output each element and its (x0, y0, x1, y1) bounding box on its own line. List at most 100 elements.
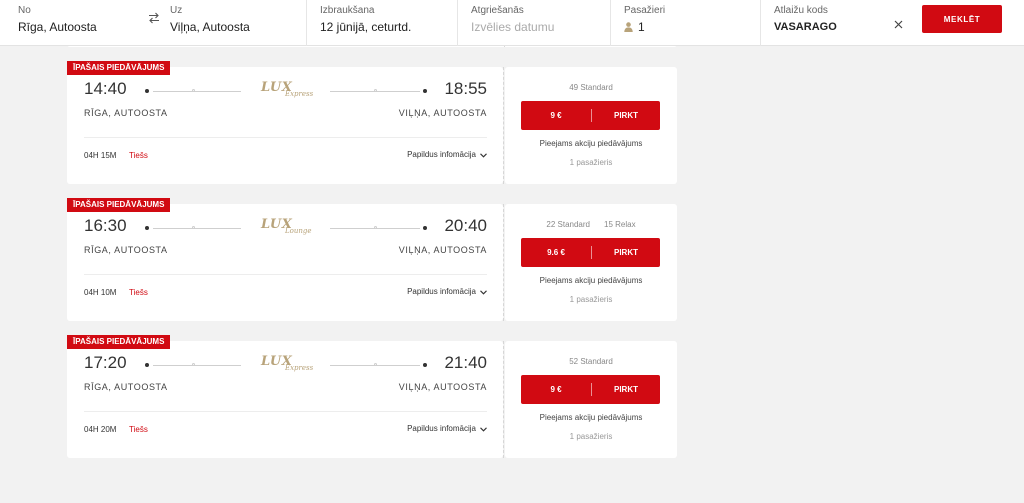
passenger-count: 1 pasažieris (569, 158, 613, 167)
logo-subtext: Lounge (285, 227, 312, 235)
divider (457, 0, 458, 46)
departure-station: RĪGA, AUTOOSTA (84, 245, 168, 255)
trip-duration: 04H 10M (84, 288, 117, 297)
departure-label: Izbraukšana (320, 5, 375, 16)
arrival-station: VIĻŅA, AUTOOSTA (398, 245, 487, 255)
buy-label: PIRKT (614, 111, 638, 120)
arrival-station: VIĻŅA, AUTOOSTA (398, 108, 487, 118)
departure-time: 16:30 (84, 216, 127, 235)
promo-code-field[interactable]: Atlaižu kods VASARAGO (774, 0, 884, 46)
from-value[interactable]: Rīga, Autoosta (18, 20, 97, 34)
promo-code-value[interactable]: VASARAGO (774, 21, 837, 33)
divider (84, 137, 487, 138)
divider (610, 0, 611, 46)
chevron-down-icon (480, 290, 487, 295)
trip-details: 17:20 LUX Express 21:40 RĪGA, AUTOOSTA V… (67, 341, 503, 458)
seat-class-count: 15 Relax (604, 220, 636, 229)
return-placeholder[interactable]: Izvēlies datumu (471, 20, 554, 34)
promo-available-text: Pieejams akciju piedāvājums (539, 413, 643, 422)
departure-value[interactable]: 12 jūnijā, ceturtd. (320, 20, 411, 34)
return-field[interactable]: Atgriešanās Izvēlies datumu (471, 0, 601, 46)
trip-card: 14:40 LUX Express 18:55 RĪGA, AUTOOSTA V… (67, 61, 677, 184)
departure-station: RĪGA, AUTOOSTA (84, 108, 168, 118)
direct-label: Tiešs (129, 425, 148, 434)
ticket-price: 9.6 € (547, 248, 565, 257)
from-field[interactable]: No Rīga, Autoosta (18, 0, 143, 46)
departure-station: RĪGA, AUTOOSTA (84, 382, 168, 392)
special-offer-badge: ĪPAŠAIS PIEDĀVĀJUMS (67, 335, 171, 349)
seat-class-count: 49 Standard (569, 83, 613, 92)
promo-code-label: Atlaižu kods (774, 5, 828, 16)
ticket-price: 9 € (550, 111, 562, 120)
trip-duration: 04H 15M (84, 151, 117, 160)
logo-subtext: Express (285, 364, 314, 372)
trip-card: 17:20 LUX Express 21:40 RĪGA, AUTOOSTA V… (67, 335, 677, 458)
person-icon (624, 22, 633, 32)
from-label: No (18, 5, 31, 16)
ticket-price: 9 € (550, 385, 562, 394)
divider (84, 411, 487, 412)
logo-subtext: Express (285, 90, 314, 98)
to-field[interactable]: Uz Viļņa, Autoosta (170, 0, 300, 46)
close-icon[interactable] (894, 17, 903, 31)
passengers-label: Pasažieri (624, 5, 666, 16)
buy-button[interactable]: 9 € PIRKT (521, 375, 660, 404)
more-info-toggle[interactable]: Papildus infomācija (407, 150, 487, 159)
departure-dot (145, 225, 149, 230)
arrival-dot (423, 225, 427, 230)
arrival-dot (423, 362, 427, 367)
arrival-station: VIĻŅA, AUTOOSTA (398, 382, 487, 392)
arrival-time: 20:40 (444, 216, 487, 235)
more-info-label: Papildus infomācija (407, 287, 476, 296)
direct-label: Tiešs (129, 288, 148, 297)
special-offer-badge: ĪPAŠAIS PIEDĀVĀJUMS (67, 198, 171, 212)
trip-card: 16:30 LUX Lounge 20:40 RĪGA, AUTOOSTA VI… (67, 198, 677, 321)
ticket-panel: 52 Standard 9 € PIRKT Pieejams akciju pi… (505, 341, 677, 458)
to-value[interactable]: Viļņa, Autoosta (170, 20, 250, 34)
passengers-field[interactable]: Pasažieri 1 (624, 0, 744, 46)
seat-class-count: 22 Standard (546, 220, 590, 229)
arrival-dot (423, 88, 427, 93)
departure-dot (145, 362, 149, 367)
passenger-count: 1 pasažieris (569, 295, 613, 304)
more-info-label: Papildus infomācija (407, 150, 476, 159)
promo-available-text: Pieejams akciju piedāvājums (539, 139, 643, 148)
ticket-panel: 49 Standard 9 € PIRKT Pieejams akciju pi… (505, 67, 677, 184)
more-info-toggle[interactable]: Papildus infomācija (407, 424, 487, 433)
seat-availability: 52 Standard (505, 357, 677, 366)
return-label: Atgriešanās (471, 5, 524, 16)
search-button[interactable]: MEKLĒT (922, 5, 1002, 33)
departure-field[interactable]: Izbraukšana 12 jūnijā, ceturtd. (320, 0, 450, 46)
ticket-panel: 22 Standard 15 Relax 9.6 € PIRKT Pieejams… (505, 204, 677, 321)
more-info-label: Papildus infomācija (407, 424, 476, 433)
divider (84, 274, 487, 275)
buy-button[interactable]: 9.6 € PIRKT (521, 238, 660, 267)
carrier-logo: LUX Lounge (257, 217, 327, 239)
more-info-toggle[interactable]: Papildus infomācija (407, 287, 487, 296)
swap-icon[interactable] (148, 12, 160, 27)
trip-duration: 04H 20M (84, 425, 117, 434)
chevron-down-icon (480, 153, 487, 158)
buy-label: PIRKT (614, 248, 638, 257)
passengers-value-wrap[interactable]: 1 (624, 20, 645, 34)
seat-availability: 49 Standard (505, 83, 677, 92)
buy-button[interactable]: 9 € PIRKT (521, 101, 660, 130)
passenger-count: 1 pasažieris (569, 432, 613, 441)
buy-label: PIRKT (614, 385, 638, 394)
seat-class-count: 52 Standard (569, 357, 613, 366)
to-label: Uz (170, 5, 183, 16)
carrier-logo: LUX Express (257, 80, 327, 102)
arrival-time: 18:55 (444, 79, 487, 98)
departure-dot (145, 88, 149, 93)
divider (306, 0, 307, 46)
divider (760, 0, 761, 46)
trip-details: 16:30 LUX Lounge 20:40 RĪGA, AUTOOSTA VI… (67, 204, 503, 321)
special-offer-badge: ĪPAŠAIS PIEDĀVĀJUMS (67, 61, 171, 75)
search-bar: No Rīga, Autoosta Uz Viļņa, Autoosta Izb… (0, 0, 1024, 46)
arrival-time: 21:40 (444, 353, 487, 372)
chevron-down-icon (480, 427, 487, 432)
direct-label: Tiešs (129, 151, 148, 160)
departure-time: 14:40 (84, 79, 127, 98)
departure-time: 17:20 (84, 353, 127, 372)
carrier-logo: LUX Express (257, 354, 327, 376)
